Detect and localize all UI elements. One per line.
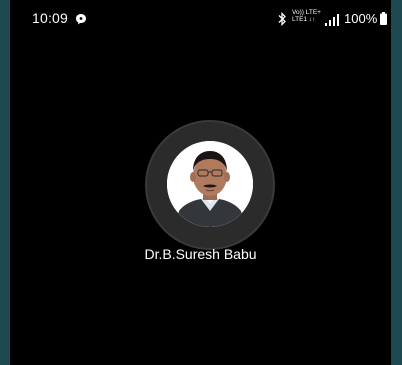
contact-name: Dr.B.Suresh Babu	[144, 246, 257, 262]
battery-percent: 100%	[344, 11, 378, 26]
network-line-1: Vo)) LTE+	[292, 9, 321, 16]
contact-avatar-ring	[145, 120, 275, 250]
call-screen: 10:09 Vo)) LTE+ LTE1 ↓↑ 100% Dr.B.Suresh…	[10, 0, 391, 365]
signal-icon	[325, 13, 339, 26]
message-icon	[75, 12, 87, 25]
network-indicator: Vo)) LTE+ LTE1 ↓↑	[292, 9, 321, 23]
contact-photo	[167, 141, 253, 227]
network-line-2: LTE1 ↓↑	[292, 16, 316, 23]
status-time: 10:09	[32, 10, 69, 26]
battery-icon	[380, 12, 387, 25]
status-bar: 10:09 Vo)) LTE+ LTE1 ↓↑ 100%	[10, 0, 391, 40]
bluetooth-icon	[277, 11, 287, 27]
